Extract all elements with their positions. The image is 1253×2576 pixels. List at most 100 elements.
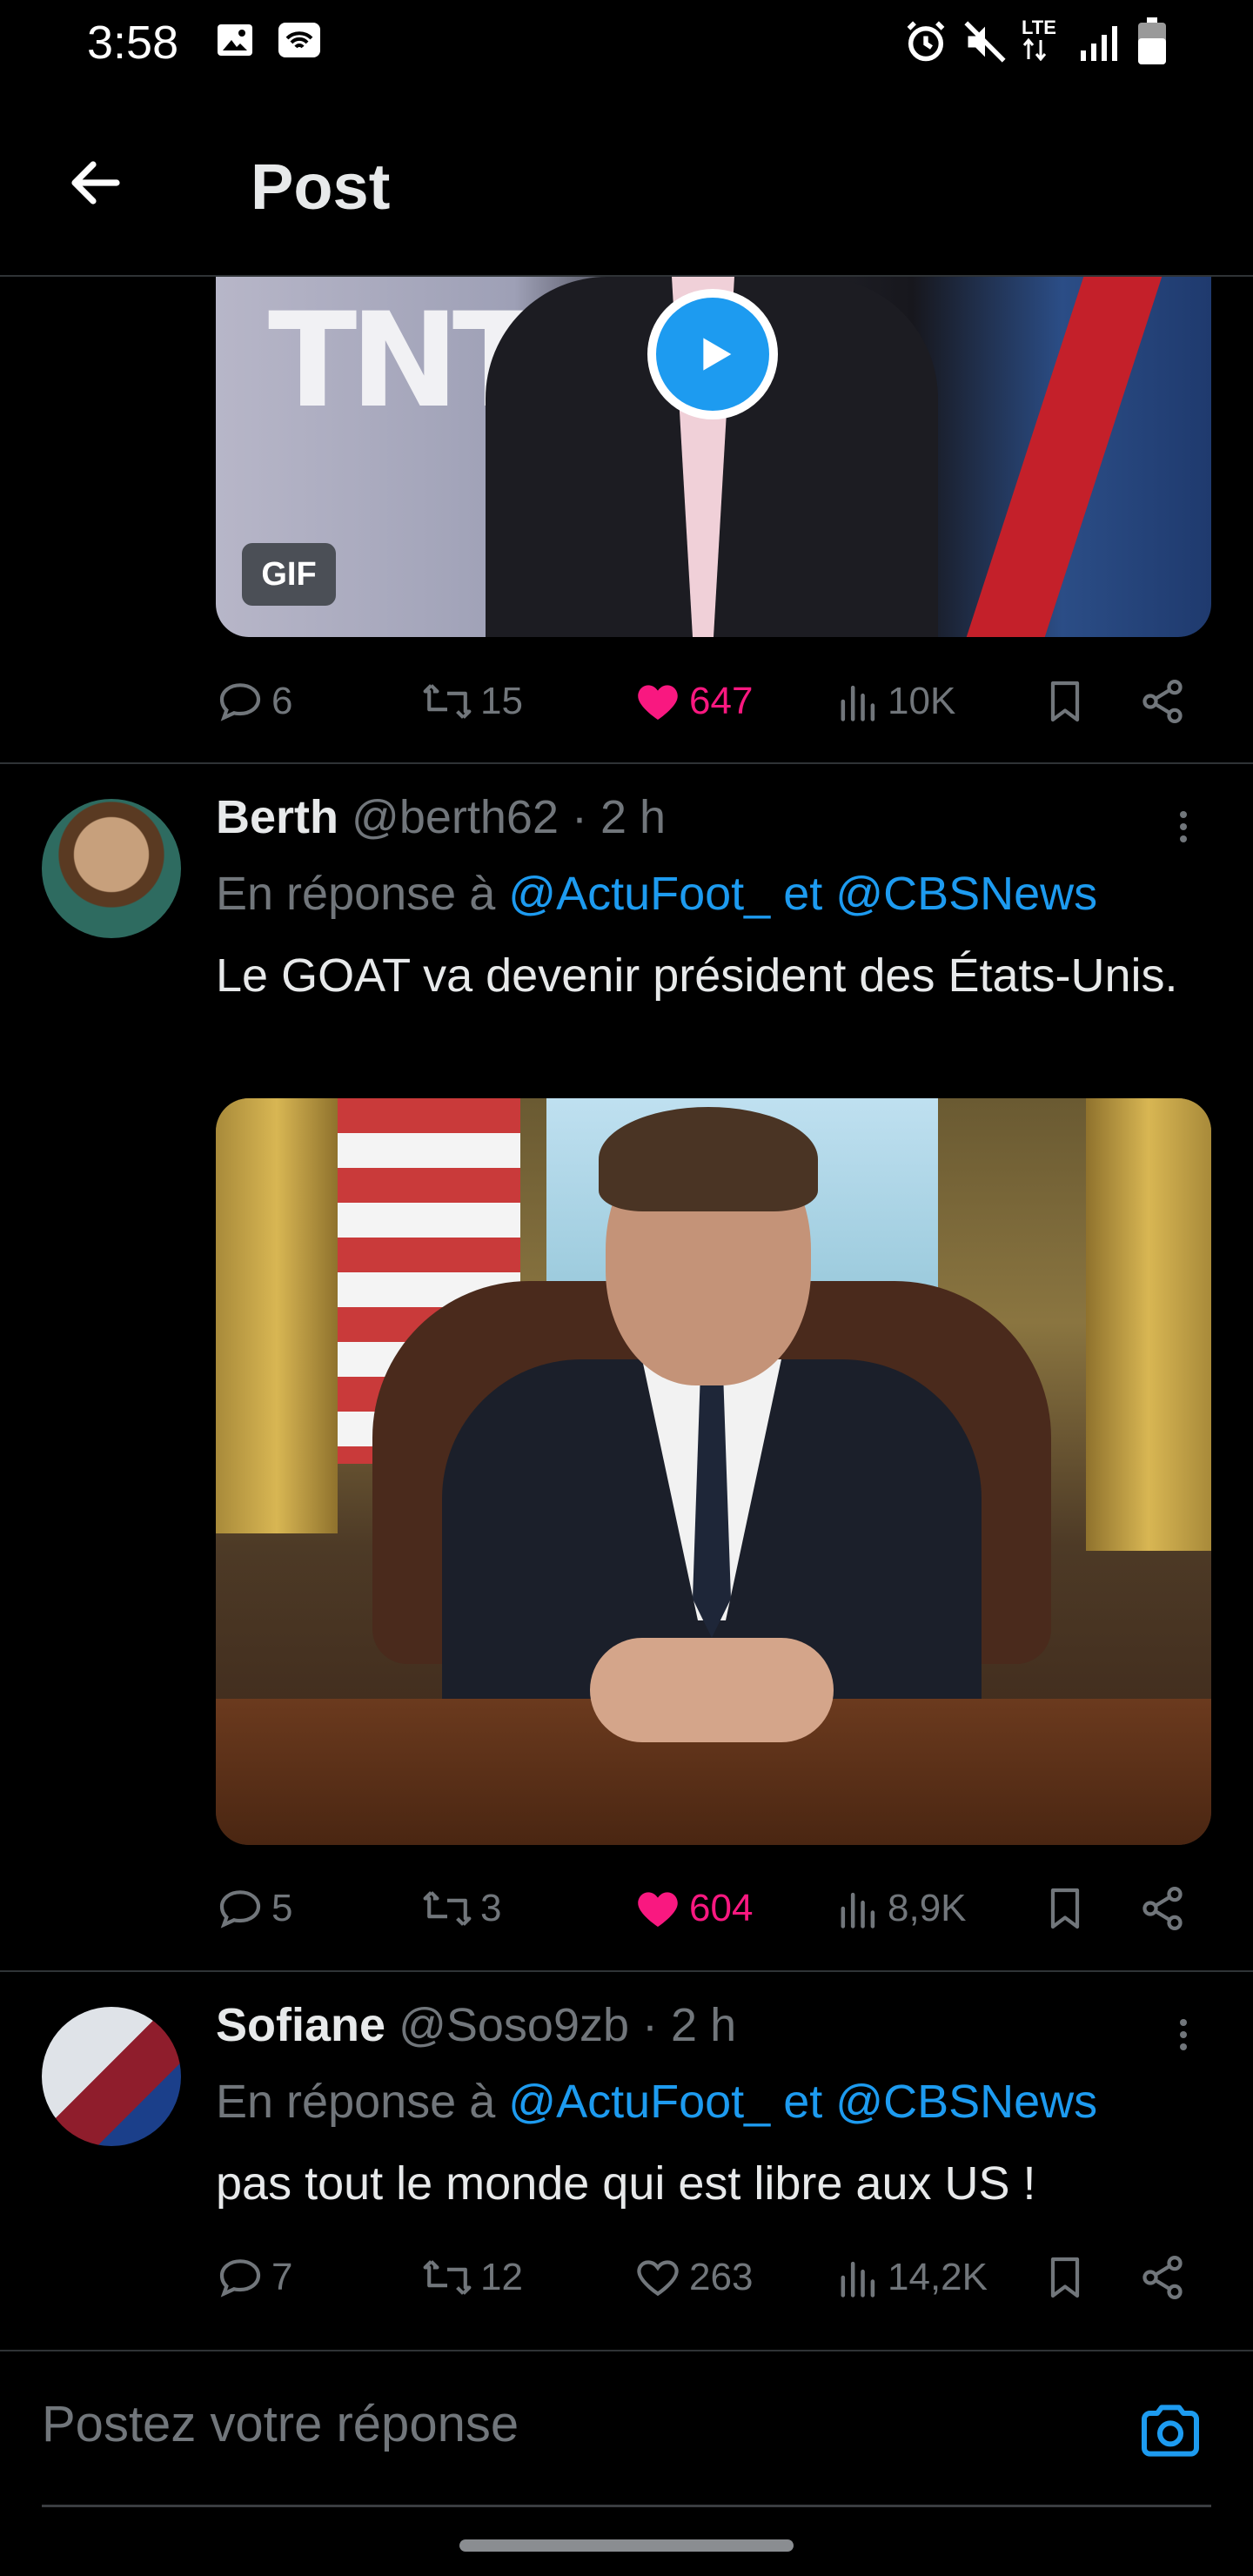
battery-icon (1136, 17, 1168, 70)
tweet-actions: 5 3 604 8,9K (216, 1878, 1211, 1939)
bookmark-icon (1050, 681, 1080, 722)
views-icon (841, 685, 875, 721)
page-title: Post (251, 151, 391, 223)
camera-icon (1142, 2405, 1199, 2457)
tweet-time: 2 h (671, 1999, 737, 2051)
reply-and: et (783, 2076, 823, 2128)
more-icon-dot (1180, 835, 1187, 842)
reply-button[interactable]: 6 (216, 671, 292, 732)
more-icon (1180, 811, 1187, 818)
reply-count: 7 (271, 2256, 293, 2298)
avatar[interactable] (42, 799, 181, 938)
repost-button[interactable]: 12 (421, 2247, 523, 2308)
reply-button[interactable]: 5 (216, 1878, 292, 1939)
views-button[interactable]: 14,2K (837, 2247, 988, 2308)
bookmark-icon (1050, 1888, 1080, 1929)
author-name[interactable]: Sofiane (216, 1999, 385, 2051)
camera-button[interactable] (1131, 2392, 1209, 2470)
share-button[interactable] (1138, 671, 1187, 732)
reply-icon (219, 2259, 261, 2298)
play-icon (703, 338, 732, 371)
views-button[interactable]: 8,9K (837, 1878, 967, 1939)
share-button[interactable] (1138, 2247, 1187, 2308)
mute-icon (962, 19, 1008, 69)
gif-badge: GIF (242, 543, 336, 606)
image-media[interactable] (216, 1098, 1211, 1845)
wifi-calling-icon (277, 19, 322, 65)
top-app-bar: Post (0, 87, 1253, 277)
repost-icon (423, 684, 472, 719)
views-button[interactable]: 10K (837, 671, 955, 732)
heart-outline-icon (637, 2260, 679, 2297)
bookmark-button[interactable] (1041, 671, 1089, 732)
repost-count: 12 (480, 2256, 523, 2298)
share-icon (1142, 680, 1183, 723)
divider (0, 1970, 1253, 1972)
tweet-text: Le GOAT va devenir président des États-U… (216, 949, 1178, 1002)
tweet-actions: 7 12 263 14,2K (216, 2247, 1211, 2308)
tweet-header: Sofiane @Soso9zb · 2 h (216, 1998, 736, 2052)
bookmark-icon (1050, 2257, 1080, 2298)
gif-background-stripe (966, 277, 1163, 637)
share-button[interactable] (1138, 1878, 1187, 1939)
reply-and: et (783, 868, 823, 920)
image-icon (214, 19, 256, 65)
share-icon (1142, 1887, 1183, 1930)
photo-person-hair (599, 1107, 818, 1211)
like-count: 647 (689, 680, 754, 722)
like-button[interactable]: 263 (633, 2247, 753, 2308)
more-icon-dot (1180, 2031, 1187, 2038)
divider (0, 762, 1253, 764)
tweet-text: pas tout le monde qui est libre aux US ! (216, 2157, 1036, 2210)
separator-dot: · (642, 1999, 659, 2051)
mention-link[interactable]: @CBSNews (835, 868, 1097, 920)
share-icon (1142, 2256, 1183, 2299)
photo-curtain (216, 1098, 338, 1533)
avatar[interactable] (42, 2007, 181, 2146)
back-button[interactable] (52, 139, 139, 226)
heart-filled-icon (638, 1892, 678, 1927)
status-time: 3:58 (87, 17, 179, 69)
bookmark-button[interactable] (1041, 2247, 1089, 2308)
reply-button[interactable]: 7 (216, 2247, 292, 2308)
more-icon-dot (1180, 823, 1187, 830)
author-handle[interactable]: @Soso9zb (399, 1999, 629, 2051)
mention-link[interactable]: @ActuFoot_ (508, 868, 770, 920)
alarm-icon (903, 19, 948, 69)
reply-context: En réponse à @ActuFoot_ et @CBSNews (216, 2075, 1097, 2129)
bookmark-button[interactable] (1041, 1878, 1089, 1939)
mention-link[interactable]: @ActuFoot_ (508, 2076, 770, 2128)
signal-icon (1077, 23, 1126, 69)
repost-icon (423, 2260, 472, 2295)
play-button[interactable] (647, 289, 778, 419)
more-icon-dot (1180, 2043, 1187, 2050)
repost-button[interactable]: 3 (421, 1878, 501, 1939)
like-button[interactable]: 604 (633, 1878, 753, 1939)
reply-composer: Postez votre réponse (0, 2350, 1253, 2508)
arrow-left-icon (71, 161, 120, 205)
reply-count: 6 (271, 680, 293, 722)
home-indicator[interactable] (459, 2539, 794, 2552)
author-handle[interactable]: @berth62 (352, 791, 559, 843)
repost-button[interactable]: 15 (421, 671, 523, 732)
views-count: 8,9K (888, 1887, 967, 1929)
mention-link[interactable]: @CBSNews (835, 2076, 1097, 2128)
separator-dot: · (572, 791, 587, 843)
status-bar: 3:58 LTE (0, 0, 1253, 87)
heart-filled-icon (638, 685, 678, 720)
like-button[interactable]: 647 (633, 671, 753, 732)
views-count: 10K (888, 680, 956, 722)
photo-person-hands (590, 1638, 834, 1742)
tweet-header: Berth @berth62 · 2 h (216, 790, 666, 844)
reply-context: En réponse à @ActuFoot_ et @CBSNews (216, 867, 1097, 921)
reply-input[interactable]: Postez votre réponse (42, 2395, 519, 2453)
repost-icon (423, 1891, 472, 1926)
author-name[interactable]: Berth (216, 791, 338, 843)
like-count: 604 (689, 1887, 754, 1929)
more-options-button[interactable] (1166, 2009, 1201, 2061)
views-icon (841, 2261, 875, 2298)
more-options-button[interactable] (1166, 801, 1201, 853)
reply-icon (219, 1890, 261, 1929)
reply-count: 5 (271, 1887, 293, 1929)
gif-media[interactable]: TNT GIF (216, 277, 1211, 637)
